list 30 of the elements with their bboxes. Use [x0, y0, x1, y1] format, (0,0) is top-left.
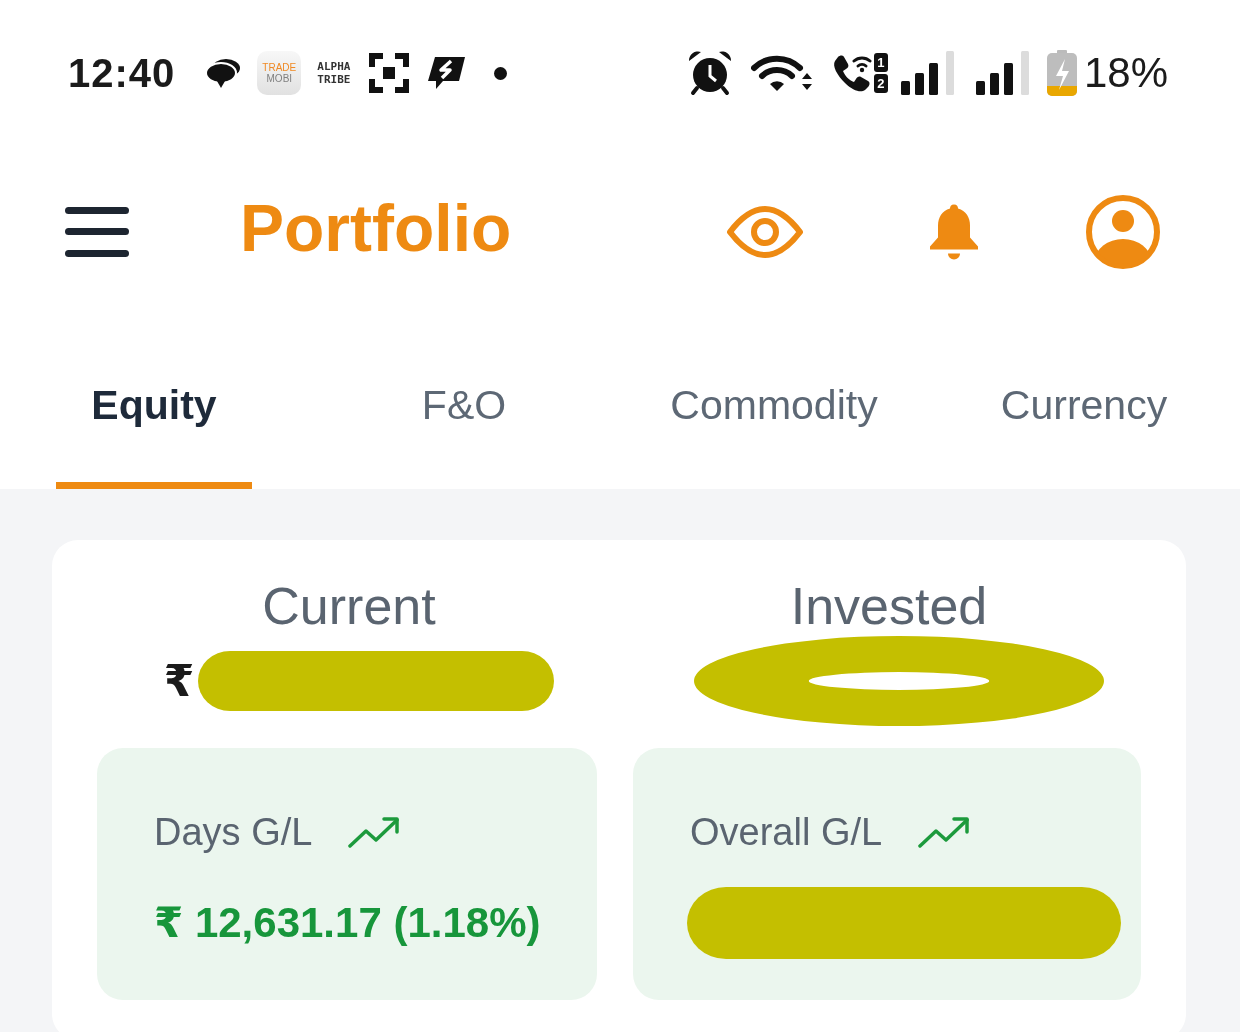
bell-icon[interactable] — [930, 204, 978, 260]
signal-icon — [975, 51, 1029, 95]
sim-label: 2 — [873, 74, 888, 93]
dot-icon — [494, 66, 508, 80]
summary-value: ₹ — [163, 656, 195, 706]
sim-label: 1 — [873, 53, 888, 72]
menu-icon[interactable] — [65, 207, 129, 257]
page-title: Portfolio — [240, 195, 512, 261]
gain-value: ₹ 12,631.17 (1.18%) — [154, 898, 541, 948]
bolt-tile-icon — [426, 56, 467, 90]
eye-icon[interactable] — [726, 206, 804, 258]
battery-percentage: 18% — [1083, 49, 1168, 97]
logo-text: MOBI — [266, 73, 293, 84]
battery-charging-icon — [1046, 50, 1077, 96]
tab[interactable]: Currency — [969, 369, 1199, 489]
logo-text: TRADE — [262, 62, 297, 73]
notification-label: ALPHA TRIBE — [317, 60, 352, 86]
scan-frame-icon — [369, 53, 410, 93]
gain-label: Overall G/L — [690, 810, 883, 855]
alarm-clock-icon — [686, 50, 733, 96]
summary-label: Invested — [790, 576, 988, 636]
clock-time: 12:40 — [68, 50, 176, 97]
tab[interactable]: Commodity — [659, 369, 889, 489]
summary-label: Current — [262, 576, 436, 636]
gain-label: Days G/L — [154, 810, 313, 855]
profile-icon[interactable] — [1086, 195, 1160, 269]
signal-icon — [900, 51, 954, 95]
chat-bubbles-icon — [205, 57, 242, 89]
tab[interactable]: Equity — [39, 369, 269, 489]
tab[interactable]: F&O — [349, 369, 579, 489]
